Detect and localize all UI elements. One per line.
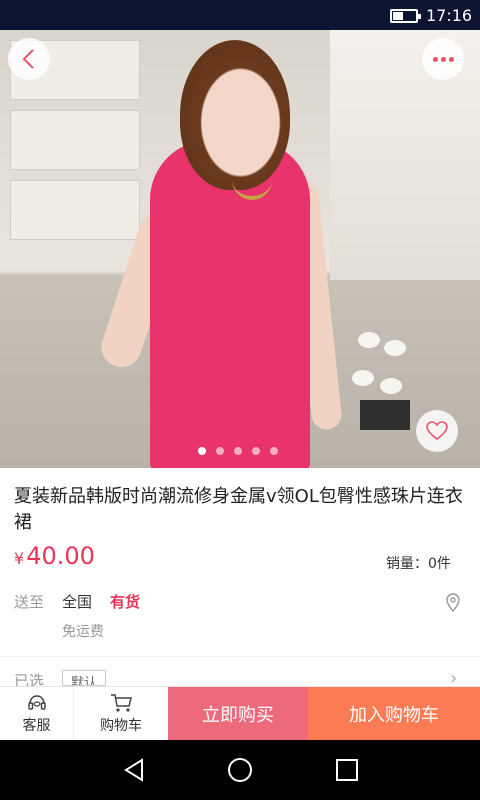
pager-dot <box>252 447 260 455</box>
pager-dot <box>198 447 206 455</box>
wall-panel <box>10 180 140 240</box>
add-to-cart-button[interactable]: 加入购物车 <box>308 687 480 741</box>
selected-spec[interactable]: 默认 <box>62 670 107 686</box>
cart-label: 购物车 <box>100 718 142 734</box>
divider <box>0 656 480 657</box>
heart-icon <box>426 421 448 441</box>
more-dots-icon <box>432 56 438 62</box>
selected-label: 已选 <box>14 672 45 686</box>
headset-icon <box>27 695 46 710</box>
location-pin-icon[interactable] <box>444 592 462 612</box>
cart-icon <box>111 694 132 712</box>
product-title: 夏装新品韩版时尚潮流修身金属v领OL包臀性感珠片连衣裙 <box>14 486 463 533</box>
chevron-left-icon <box>22 49 34 69</box>
chevron-right-icon[interactable]: › <box>450 672 460 686</box>
product-price: ¥40.00 <box>14 542 95 570</box>
nav-home-icon[interactable] <box>228 758 252 782</box>
shipping-fee: 免运费 <box>62 624 104 640</box>
flower-plant <box>350 330 420 430</box>
nav-back-icon[interactable] <box>122 758 146 782</box>
model-head <box>180 40 290 190</box>
battery-icon <box>390 9 421 23</box>
back-button[interactable] <box>8 38 50 80</box>
status-time: 17:16 <box>426 6 473 25</box>
price-currency: ¥ <box>14 549 25 568</box>
product-image[interactable] <box>0 30 480 468</box>
customer-service-button[interactable]: 客服 <box>0 687 74 741</box>
more-dots-icon <box>440 56 446 62</box>
flower <box>380 378 402 394</box>
status-bar: 17:16 <box>0 0 480 30</box>
flower <box>352 370 374 386</box>
customer-service-label: 客服 <box>22 718 51 734</box>
system-nav-bar <box>0 740 480 800</box>
pager-dot <box>270 447 278 455</box>
flower-pot <box>360 400 410 430</box>
bottom-action-bar: 客服 购物车 立即购买 加入购物车 <box>0 686 480 741</box>
sales-count: 销量：0件 <box>386 556 451 572</box>
cart-button[interactable]: 购物车 <box>74 687 168 741</box>
more-dots-icon <box>448 56 454 62</box>
stock-status: 有货 <box>110 593 141 611</box>
wall-panel <box>10 110 140 170</box>
pager-dot <box>234 447 242 455</box>
buy-now-button[interactable]: 立即购买 <box>168 687 308 741</box>
image-pager-dots <box>198 447 278 455</box>
nav-recent-icon[interactable] <box>336 759 358 781</box>
favorite-button[interactable] <box>416 410 458 452</box>
flower <box>384 340 406 356</box>
battery-level <box>393 12 403 20</box>
flower <box>358 332 380 348</box>
price-value: 40.00 <box>26 542 95 570</box>
shipping-label: 送至 <box>14 593 45 611</box>
shipping-area[interactable]: 全国 <box>62 591 92 612</box>
pager-dot <box>216 447 224 455</box>
more-button[interactable] <box>422 38 464 80</box>
